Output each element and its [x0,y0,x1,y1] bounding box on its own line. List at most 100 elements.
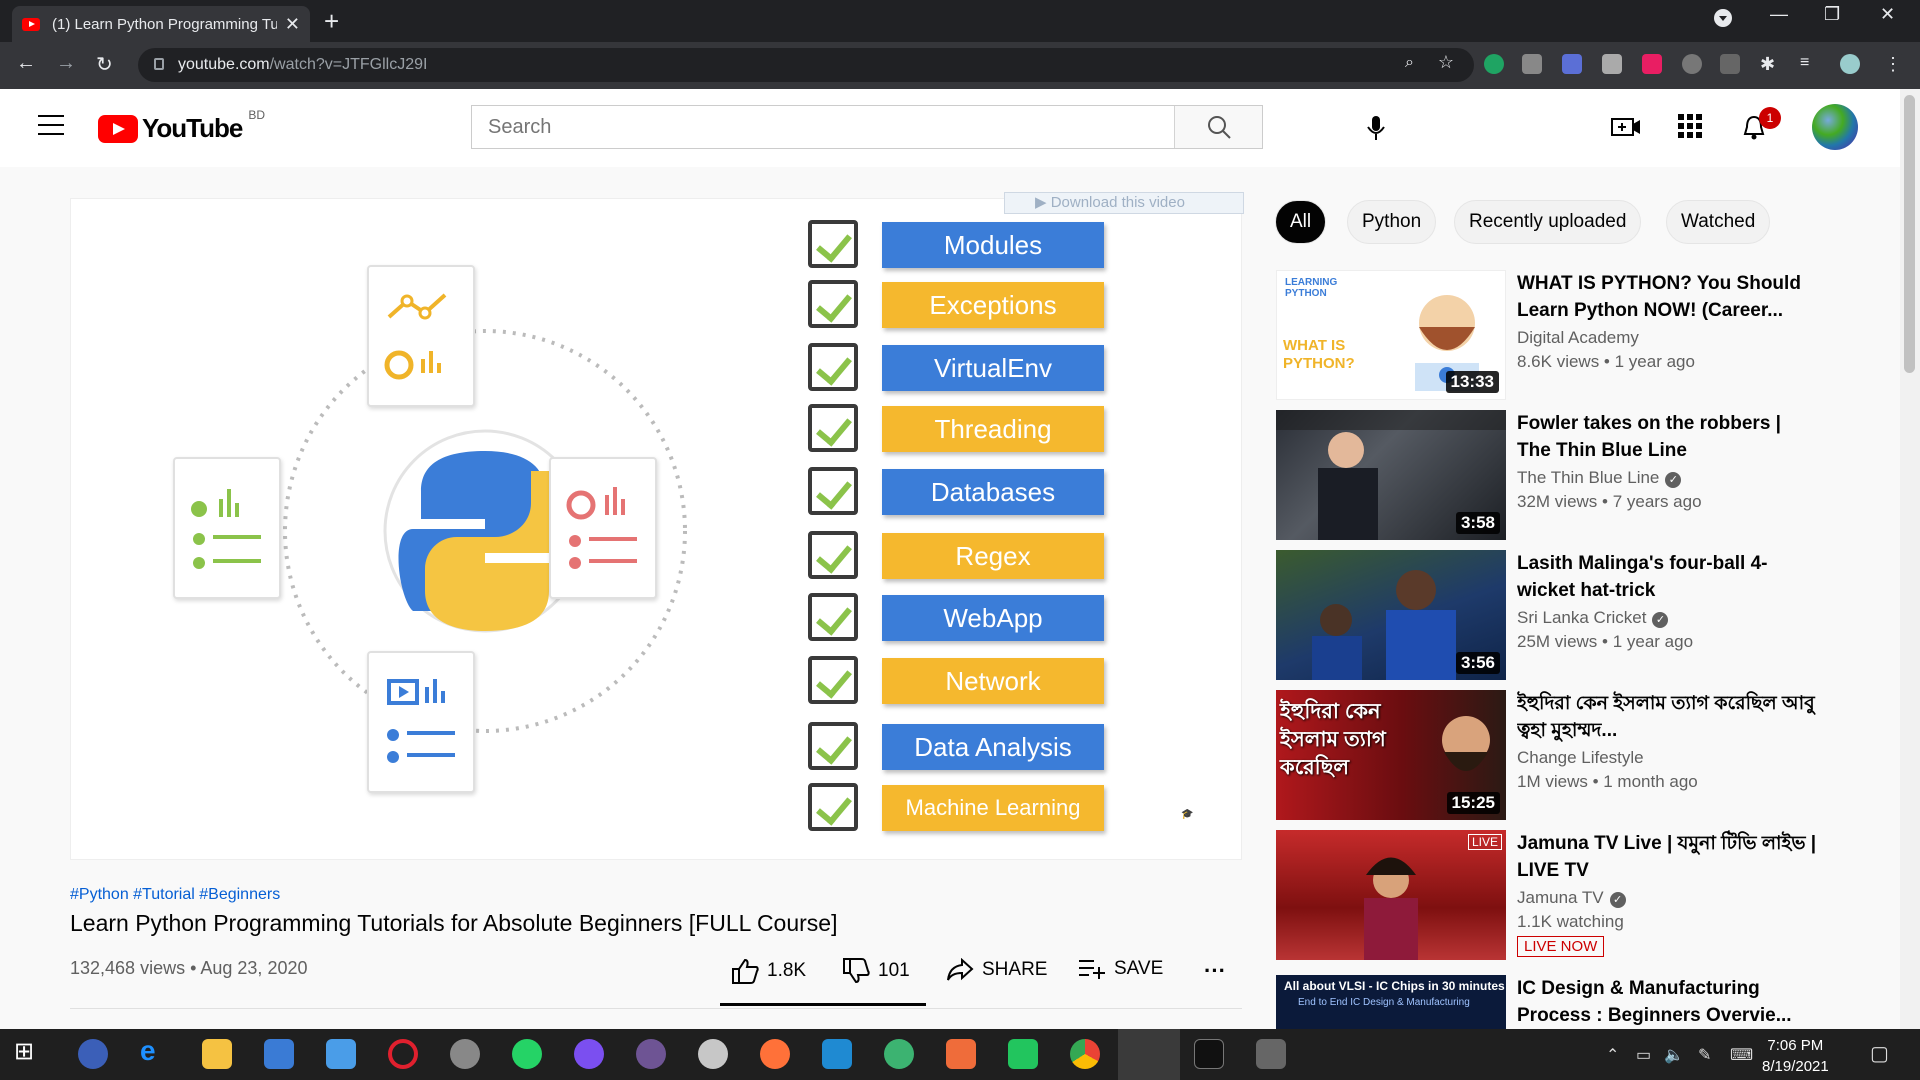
recommendation-item[interactable]: 3:58 Fowler takes on the robbers | The T… [1276,410,1836,540]
video-thumbnail[interactable]: ইহুদিরা কেন ইসলাম ত্যাগ করেছিল 15:25 [1276,690,1506,820]
recommendation-item[interactable]: LIVE Jamuna TV Live | যমুনা টিভি লাইভ | … [1276,830,1836,960]
recommendation-title[interactable]: ইহুদিরা কেন ইসলাম ত্যাগ করেছিল আবু ত্বহা… [1517,690,1817,744]
edge-icon[interactable]: e [140,1035,170,1066]
recommendation-item[interactable]: ইহুদিরা কেন ইসলাম ত্যাগ করেছিল 15:25 ইহু… [1276,690,1836,820]
terminal-icon[interactable] [1194,1039,1224,1069]
extension-icon-2[interactable] [1602,54,1622,74]
camera-extension-icon[interactable] [1522,54,1542,74]
share-button[interactable]: SHARE [946,958,1047,982]
pen-icon[interactable]: ✎ [1698,1045,1711,1065]
profile-dropdown-icon[interactable] [1713,8,1733,33]
bookmark-star-icon[interactable]: ☆ [1438,52,1454,73]
play-extension-icon[interactable] [1642,54,1662,74]
recommendation-title[interactable]: WHAT IS PYTHON? You Should Learn Python … [1517,270,1817,324]
system-clock[interactable]: 7:06 PM 8/19/2021 [1762,1035,1829,1077]
recommendation-title[interactable]: IC Design & Manufacturing Process : Begi… [1517,975,1817,1029]
save-button[interactable]: SAVE [1078,958,1163,980]
recommendation-title[interactable]: Fowler takes on the robbers | The Thin B… [1517,410,1817,464]
zoom-icon[interactable]: ⌕ [1405,54,1414,72]
notification-center-icon[interactable]: ▢ [1870,1041,1889,1066]
pycharm-icon[interactable] [1008,1039,1038,1069]
file-explorer-icon[interactable] [202,1039,232,1069]
windows-start-icon[interactable]: ⊞ [14,1037,44,1067]
maximize-button[interactable]: ❐ [1824,4,1840,25]
chip-python[interactable]: Python [1347,200,1437,244]
github-icon[interactable] [636,1039,666,1069]
chrome-icon[interactable] [1070,1039,1100,1069]
channel-name[interactable]: Digital Academy [1517,328,1639,348]
tab-close-icon[interactable]: ✕ [285,14,300,35]
volume-icon[interactable]: 🔈 [1664,1045,1684,1065]
more-actions-button[interactable]: ··· [1204,958,1226,984]
recommendation-title[interactable]: Jamuna TV Live | যমুনা টিভি লাইভ | LIVE … [1517,830,1817,884]
notification-badge: 1 [1759,107,1781,129]
channel-name[interactable]: Change Lifestyle [1517,748,1644,768]
forward-arrow-icon[interactable]: → [56,52,76,75]
reading-list-icon[interactable]: ≡ [1800,54,1820,74]
search-box [471,105,1263,149]
youtube-logo[interactable]: YouTube BD [98,108,265,144]
qbittorrent-icon[interactable] [78,1039,108,1069]
grammarly-extension-icon[interactable] [1484,54,1504,74]
view-count: 8.6K views • 1 year ago [1517,352,1695,371]
recommendation-item[interactable]: All about VLSI - IC Chips in 30 minutes … [1276,975,1836,1029]
menu-icon[interactable] [38,115,64,142]
video-thumbnail[interactable]: All about VLSI - IC Chips in 30 minutes … [1276,975,1506,1029]
channel-name[interactable]: The Thin Blue Line ✓ [1517,468,1682,488]
recommendation-title[interactable]: Lasith Malinga's four-ball 4-wicket hat-… [1517,550,1817,604]
minimize-button[interactable]: — [1770,4,1788,25]
address-bar[interactable]: youtube.com/watch?v=JTFGllcJ29I ⌕ ☆ [138,48,1474,82]
recommendation-item[interactable]: LEARNING PYTHON WHAT IS PYTHON? 13:33 WH… [1276,270,1836,400]
video-thumbnail[interactable]: LIVE [1276,830,1506,960]
download-extension-icon[interactable] [1682,54,1702,74]
search-input[interactable] [472,106,1174,148]
reload-icon[interactable]: ↻ [96,52,113,77]
download-video-button[interactable]: ▶ Download this video [1004,192,1244,214]
app-icon-3[interactable] [1256,1039,1286,1069]
scrollbar-thumb[interactable] [1904,95,1915,373]
store-icon[interactable] [264,1039,294,1069]
mail-icon[interactable] [326,1039,356,1069]
back-arrow-icon[interactable]: ← [16,52,36,75]
page-scrollbar[interactable] [1900,89,1920,1029]
apps-grid-icon[interactable] [1678,114,1702,143]
create-video-icon[interactable] [1611,114,1641,145]
video-thumbnail[interactable]: LEARNING PYTHON WHAT IS PYTHON? 13:33 [1276,270,1506,400]
profile-avatar-icon[interactable] [1840,54,1860,74]
like-button[interactable]: 1.8K [731,958,806,984]
hashtags[interactable]: #Python #Tutorial #Beginners [70,886,280,904]
app-icon[interactable] [450,1039,480,1069]
browser-tab[interactable]: (1) Learn Python Programming Tu ✕ [12,6,310,42]
chip-all[interactable]: All [1275,200,1327,244]
dislike-button[interactable]: 101 [842,958,910,984]
new-tab-button[interactable]: + [324,6,339,37]
channel-name[interactable]: Sri Lanka Cricket ✓ [1517,608,1669,628]
network-icon[interactable]: ▭ [1636,1045,1651,1065]
extension-icon-3[interactable] [1720,54,1740,74]
chrome-menu-icon[interactable]: ⋮ [1884,54,1904,74]
chip-recently-uploaded[interactable]: Recently uploaded [1454,200,1642,244]
channel-name[interactable]: Jamuna TV ✓ [1517,888,1626,908]
extension-icon[interactable] [1562,54,1582,74]
voice-search-icon[interactable] [1366,115,1386,146]
messenger-icon[interactable] [574,1039,604,1069]
postman-icon[interactable] [946,1039,976,1069]
recommendation-item[interactable]: 3:56 Lasith Malinga's four-ball 4-wicket… [1276,550,1836,680]
keyboard-icon[interactable]: ⌨ [1730,1045,1753,1065]
chip-watched[interactable]: Watched [1666,200,1771,244]
search-button[interactable] [1174,106,1262,148]
opera-icon[interactable] [388,1039,418,1069]
video-thumbnail[interactable]: 3:56 [1276,550,1506,680]
active-chrome-window[interactable] [1118,1029,1180,1080]
video-thumbnail[interactable]: 3:58 [1276,410,1506,540]
account-avatar[interactable] [1812,104,1858,150]
vscode-icon[interactable] [822,1039,852,1069]
window-close-button[interactable]: ✕ [1880,4,1895,25]
paint-icon[interactable] [698,1039,728,1069]
thumbs-down-icon [843,958,870,984]
firefox-icon[interactable] [760,1039,790,1069]
whatsapp-icon[interactable] [512,1039,542,1069]
app-icon-2[interactable] [884,1039,914,1069]
tray-chevron-icon[interactable]: ⌃ [1606,1045,1619,1065]
puzzle-extensions-icon[interactable]: ✱ [1760,54,1780,74]
